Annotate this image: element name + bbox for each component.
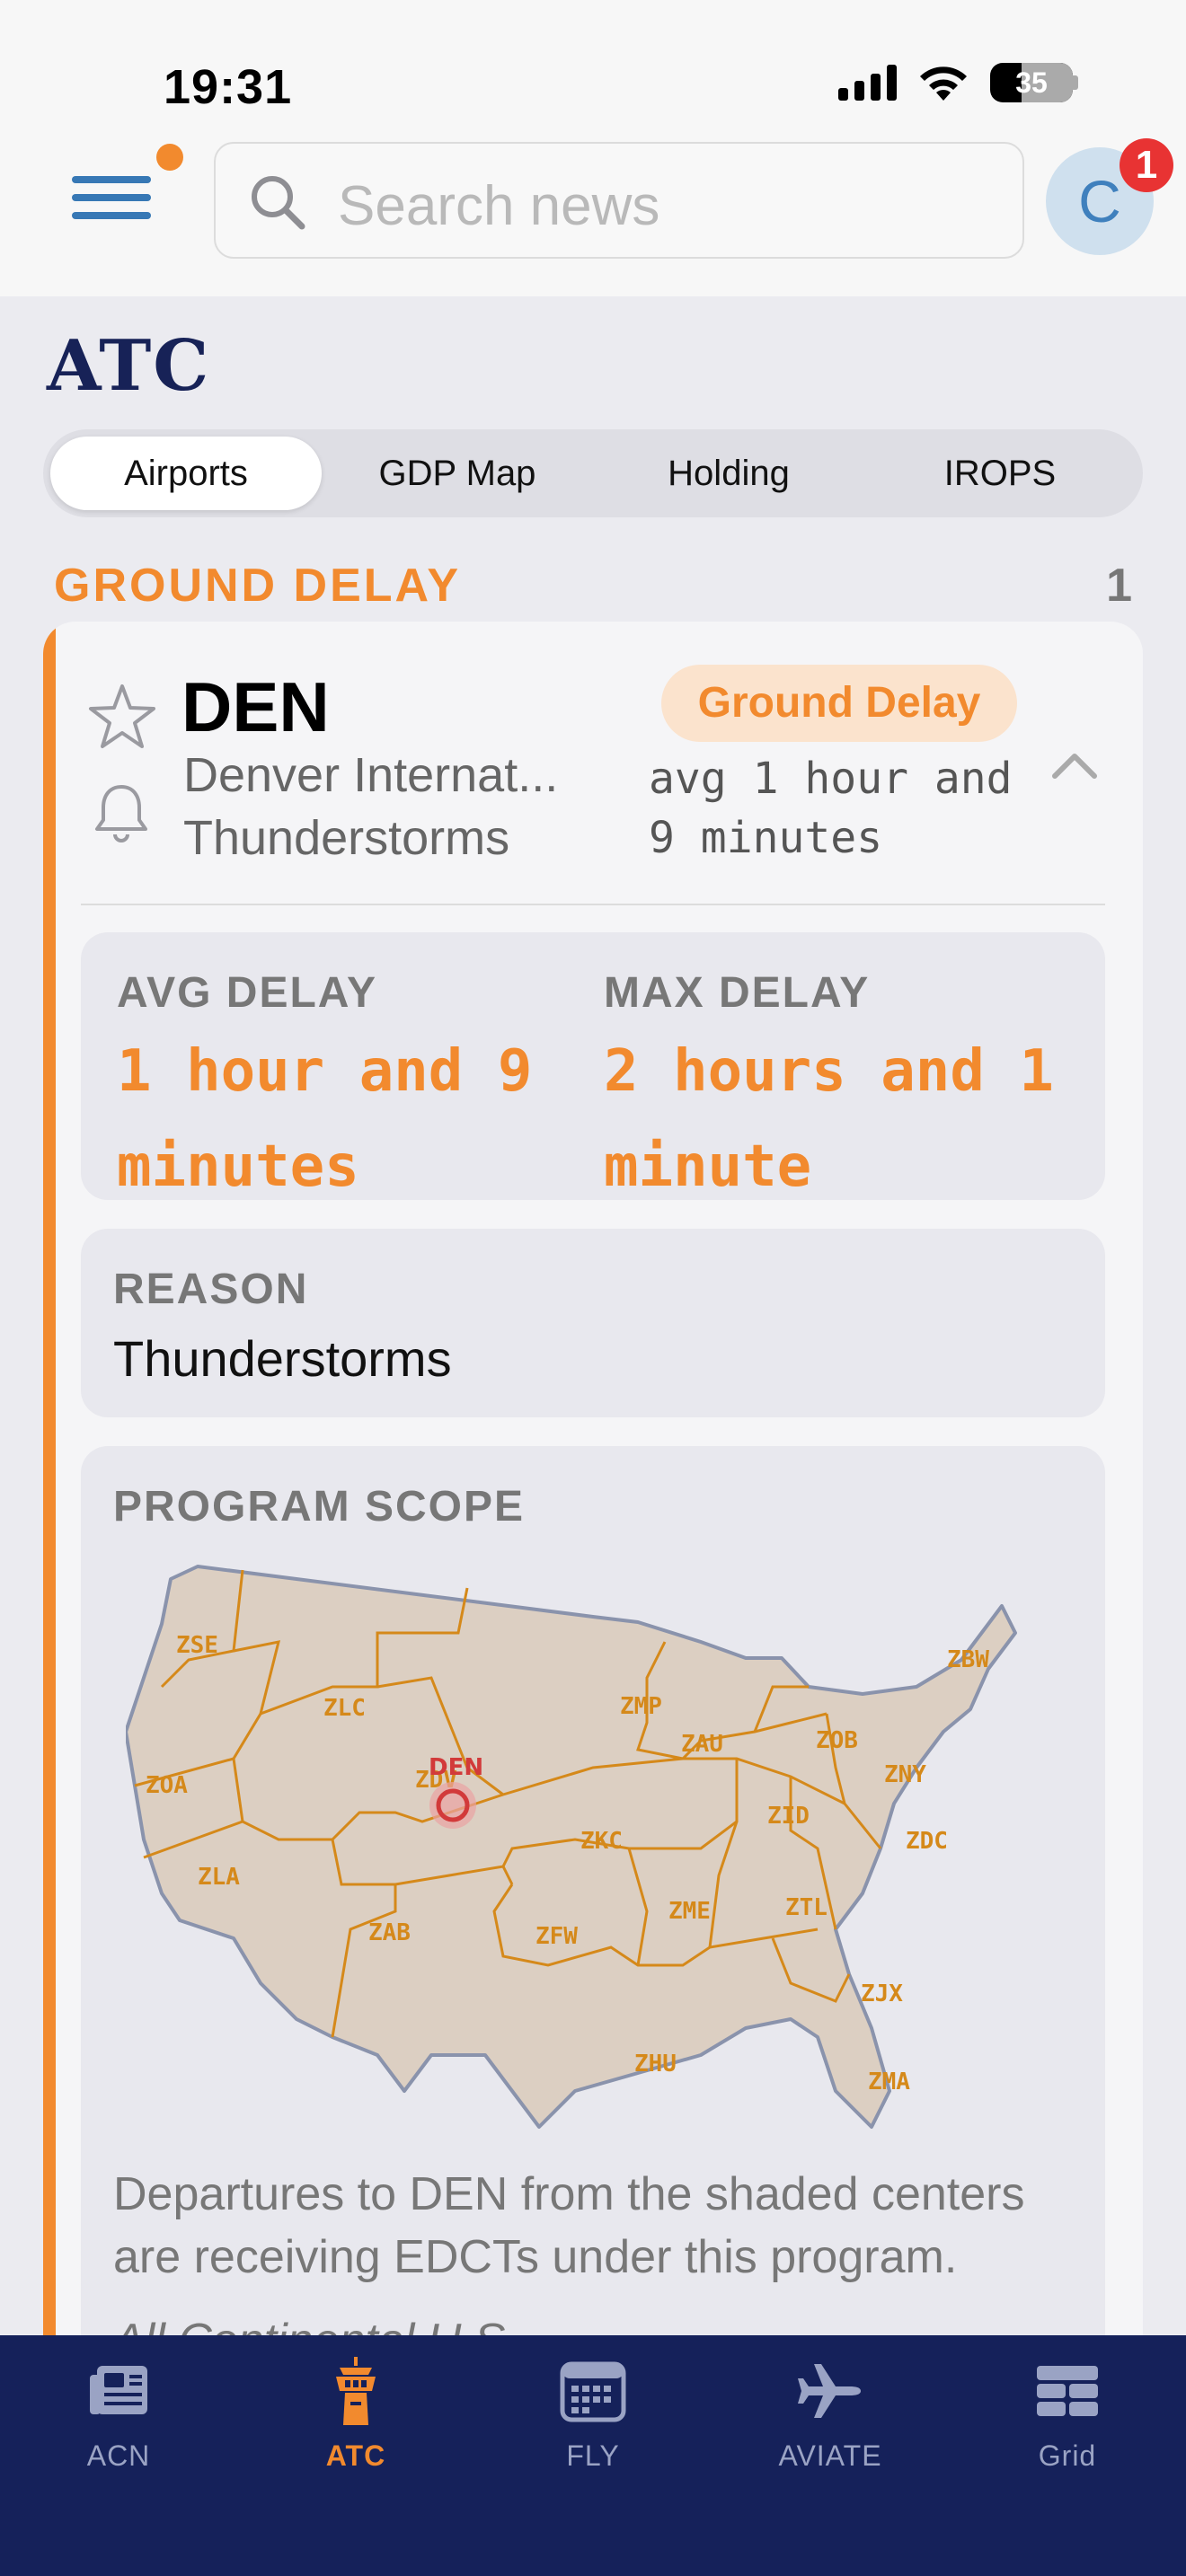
battery-level: 35 [1015,66,1048,99]
map-label-zme: ZME [668,1898,711,1925]
map-label-zid: ZID [767,1803,810,1830]
menu-notification-dot [156,144,183,171]
airport-marker-label: DEN [429,1754,483,1781]
tab-label-atc: ATC [325,2439,386,2472]
tab-fly[interactable]: FLY [474,2355,712,2473]
tower-icon [336,2357,376,2425]
wifi-icon [920,66,967,101]
star-icon[interactable] [86,681,158,753]
bell-icon[interactable] [88,780,155,846]
program-card: DEN Denver Internat... Thunderstorms Gro… [43,622,1143,2576]
status-badge: Ground Delay [661,665,1017,742]
map-label-zmp: ZMP [620,1693,662,1720]
reason-box: REASON Thunderstorms [81,1229,1105,1417]
map-label-zbw: ZBW [947,1646,989,1673]
avg-delay-label: AVG DELAY [117,969,378,1017]
chevron-up-icon[interactable] [1049,747,1100,783]
tab-acn[interactable]: ACN [0,2355,237,2473]
map-label-zhu: ZHU [634,2051,677,2078]
status-stripe [43,622,56,2576]
tab-label-grid: Grid [1038,2439,1097,2472]
tab-label-acn: ACN [86,2439,151,2472]
map-label-zjx: ZJX [861,1981,903,2007]
avg-delay-summary: avg 1 hour and 9 minutes [649,754,1013,863]
map-label-zma: ZMA [868,2069,910,2095]
calendar-icon [560,2361,626,2422]
section-title: GROUND DELAY [54,560,462,612]
tab-bar: ACN ATC FLY AVIATE Grid [0,2335,1186,2576]
tab-atc[interactable]: ATC [237,2355,474,2473]
battery-icon: 35 [990,63,1073,102]
tab-label-fly: FLY [566,2439,620,2472]
segment-airports[interactable]: Airports [50,437,322,510]
map-label-zlc: ZLC [323,1695,366,1722]
newspaper-icon [90,2366,147,2414]
grid-icon [1037,2366,1098,2416]
airport-code: DEN [181,667,330,746]
tab-label-aviate: AVIATE [778,2439,882,2472]
avg-delay-value: 1 hour and 9 minutes [117,1038,533,1200]
map-label-zny: ZNY [884,1761,926,1788]
max-delay-value: 2 hours and 1 minute [604,1038,1054,1200]
map-label-zab: ZAB [368,1919,411,1946]
segment-gdp-map[interactable]: GDP Map [322,437,593,510]
status-time: 19:31 [164,60,293,114]
program-scope-label: PROGRAM SCOPE [113,1483,526,1531]
tab-aviate[interactable]: AVIATE [712,2355,949,2473]
scope-map: ZSE ZLC ZMP ZAU ZOB ZBW ZNY ZDC ZOA ZDV … [126,1565,1017,2129]
segment-holding[interactable]: Holding [593,437,864,510]
map-label-zkc: ZKC [580,1828,623,1855]
section-count: 1 [1106,560,1132,612]
segmented-control: Airports GDP Map Holding IROPS [43,429,1143,517]
notification-badge: 1 [1120,138,1173,192]
reason-value: Thunderstorms [113,1330,452,1387]
map-label-ztl: ZTL [785,1894,828,1921]
reason-label: REASON [113,1266,309,1313]
search-input[interactable]: Search news [338,174,659,238]
top-bar: 19:31 35 Search news C 1 [0,0,1186,296]
map-label-zse: ZSE [176,1632,218,1659]
menu-button[interactable] [72,144,183,226]
segment-irops[interactable]: IROPS [864,437,1136,510]
search-icon [252,176,305,230]
delay-stats: AVG DELAY 1 hour and 9 minutes MAX DELAY… [81,932,1105,1200]
airport-reason: Thunderstorms [183,811,510,865]
status-icons: 35 [838,63,1078,102]
airplane-icon [798,2364,861,2418]
search-bar[interactable]: Search news [214,142,1024,259]
tab-grid[interactable]: Grid [949,2355,1186,2473]
max-delay-label: MAX DELAY [604,969,871,1017]
map-label-zob: ZOB [816,1727,858,1754]
map-label-zoa: ZOA [146,1772,188,1799]
divider [81,904,1105,905]
map-label-zdc: ZDC [906,1828,948,1855]
airport-name: Denver Internat... [183,748,559,802]
map-label-zla: ZLA [198,1864,240,1891]
signal-icon [838,65,897,101]
map-label-zfw: ZFW [535,1923,578,1950]
scope-description: Departures to DEN from the shaded center… [113,2168,1025,2283]
map-label-zau: ZAU [681,1731,723,1758]
page-title: ATC [47,325,211,407]
